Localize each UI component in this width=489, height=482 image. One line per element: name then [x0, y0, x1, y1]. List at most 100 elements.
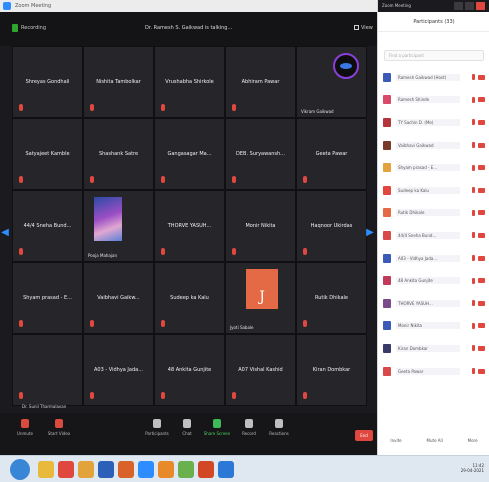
- word-icon[interactable]: [98, 461, 114, 478]
- participant-avatar: [383, 321, 391, 331]
- more-button[interactable]: More: [468, 438, 478, 443]
- participant-tile[interactable]: Geeta Pawar: [296, 118, 367, 190]
- participant-list-item[interactable]: Ramesh Shinde: [378, 89, 489, 112]
- participant-tile[interactable]: Satyajeet Kamble: [12, 118, 83, 190]
- powerpoint-icon[interactable]: [198, 461, 214, 478]
- participant-list-name: Geeta Pawar: [396, 367, 460, 375]
- record-button[interactable]: Record: [232, 419, 266, 436]
- invite-button[interactable]: Invite: [390, 438, 401, 443]
- participant-tile[interactable]: Abhiram Pawar: [225, 46, 296, 118]
- participants-button[interactable]: Participants: [140, 419, 174, 436]
- participant-list-item[interactable]: TY Sachin D. (Me): [378, 111, 489, 134]
- participant-tile[interactable]: Shashank Satre: [83, 118, 154, 190]
- zoom-icon[interactable]: [138, 461, 154, 478]
- participant-tile[interactable]: Nishita Tambolkar: [83, 46, 154, 118]
- participant-avatar: [383, 140, 391, 150]
- microphone-muted-icon: [472, 142, 475, 149]
- maximize-button[interactable]: [465, 2, 474, 10]
- meeting-controls-bar: End Unmute Start Video Participants Chat Sha…: [0, 413, 377, 455]
- participant-list-item[interactable]: Kiran Dombkar: [378, 337, 489, 360]
- participant-list-item[interactable]: Vaibhavi Gaikwad: [378, 134, 489, 157]
- participant-list-item[interactable]: Rutik Dhikale: [378, 202, 489, 225]
- participant-list-item[interactable]: 48 Ankita Gunjite: [378, 269, 489, 292]
- participant-list-name: 44/4 Sneha Bund...: [396, 231, 460, 239]
- participant-list-item[interactable]: Monir Nikita: [378, 315, 489, 338]
- participant-avatar: [383, 230, 391, 240]
- participant-tile[interactable]: Kiran Dombkar: [296, 334, 367, 406]
- next-page-arrow-icon[interactable]: ▶: [366, 222, 374, 242]
- participant-tile[interactable]: Rutik Dhikale: [296, 262, 367, 334]
- minimize-button[interactable]: [454, 2, 463, 10]
- participant-avatar: [383, 253, 391, 263]
- participant-list-item[interactable]: THORVE YASUH...: [378, 292, 489, 315]
- participant-list-name: Shyam prasad - E...: [396, 164, 460, 172]
- participant-avatar: [383, 298, 391, 308]
- vlc-icon[interactable]: [158, 461, 174, 478]
- microphone-muted-icon: [161, 176, 165, 183]
- chrome-icon[interactable]: [58, 461, 74, 478]
- participant-tile[interactable]: A07 Vishal Kashid: [225, 334, 296, 406]
- participant-tile[interactable]: THORVE YASUH...: [154, 190, 225, 262]
- participant-name: 48 Ankita Gunjite: [167, 367, 212, 374]
- control-label: Reactions: [269, 431, 289, 436]
- participant-tile[interactable]: Pooja Mahajan: [83, 190, 154, 262]
- participant-tile[interactable]: 44/4 Sneha Bund...: [12, 190, 83, 262]
- mute-all-button[interactable]: Mute All: [427, 438, 443, 443]
- unmute-button[interactable]: Unmute: [8, 419, 42, 436]
- participant-name: Kiran Dombkar: [312, 367, 351, 374]
- participant-tile[interactable]: DEB. Suryawansh...: [225, 118, 296, 190]
- system-tray-clock[interactable]: 11:42 29-04-2021: [448, 463, 484, 473]
- shield-icon[interactable]: [12, 24, 18, 32]
- participant-tile[interactable]: [12, 334, 83, 406]
- windows-start-button[interactable]: [10, 459, 30, 480]
- start-video-button[interactable]: Start Video: [42, 419, 76, 436]
- participant-photo: [94, 197, 122, 241]
- participant-tile[interactable]: Shyam prasad - E...: [12, 262, 83, 334]
- participant-tile[interactable]: Haqnoor Ukirdas: [296, 190, 367, 262]
- folder-icon[interactable]: [78, 461, 94, 478]
- participant-list-item[interactable]: Shyam prasad - E...: [378, 156, 489, 179]
- participant-tile[interactable]: 48 Ankita Gunjite: [154, 334, 225, 406]
- participant-list-name: Monir Nikita: [396, 322, 460, 330]
- participant-list-item[interactable]: Ramesh Gaikwad (Host): [378, 66, 489, 89]
- share-screen-button[interactable]: Share Screen: [200, 419, 234, 436]
- participant-tile[interactable]: Sudeep ka Kalu: [154, 262, 225, 334]
- participant-list-item[interactable]: 44/4 Sneha Bund...: [378, 224, 489, 247]
- participant-list-item[interactable]: A03 - Vidhya Jada...: [378, 247, 489, 270]
- participant-list-item[interactable]: Sudeep ka Kalu: [378, 179, 489, 202]
- end-meeting-button[interactable]: End: [355, 430, 373, 441]
- participant-tile[interactable]: Vikram Gaikwad: [296, 46, 367, 118]
- control-label: Chat: [182, 431, 192, 436]
- participant-avatar: [383, 208, 391, 218]
- participant-tile[interactable]: J Jyoti Sabale: [225, 262, 296, 334]
- outlook-icon[interactable]: [218, 461, 234, 478]
- participant-avatar: [383, 163, 391, 173]
- participant-name: Vaibhavi Gaikw...: [97, 295, 140, 302]
- participant-tile[interactable]: Vaibhavi Gaikw...: [83, 262, 154, 334]
- participant-name: Abhiram Pawar: [241, 79, 280, 86]
- camera-off-icon: [478, 210, 485, 216]
- microphone-muted-icon: [303, 392, 307, 399]
- participant-tile[interactable]: Monir Nikita: [225, 190, 296, 262]
- participant-tile[interactable]: Vrushabha Shirkole: [154, 46, 225, 118]
- previous-page-arrow-icon[interactable]: ◀: [1, 222, 9, 242]
- participant-name: Geeta Pawar: [315, 151, 348, 158]
- close-button[interactable]: [476, 2, 485, 10]
- file-explorer-icon[interactable]: [38, 461, 54, 478]
- chat-icon: [183, 419, 191, 428]
- window-titlebar: Zoom Meeting: [0, 0, 377, 12]
- participant-list-item[interactable]: Geeta Pawar: [378, 360, 489, 383]
- paint-icon[interactable]: [178, 461, 194, 478]
- participant-tile[interactable]: Gangasagar Ma...: [154, 118, 225, 190]
- microphone-muted-icon: [472, 187, 475, 194]
- view-button[interactable]: View: [354, 23, 374, 32]
- chat-button[interactable]: Chat: [170, 419, 204, 436]
- participant-tile[interactable]: Shreyas Gondhali: [12, 46, 83, 118]
- media-player-icon[interactable]: [118, 461, 134, 478]
- participant-tile[interactable]: A03 - Vidhya Jada...: [83, 334, 154, 406]
- gallery-grid: Shreyas Gondhali Nishita Tambolkar Vrushab…: [12, 46, 367, 406]
- meeting-info-bar: Recording Dr. Ramesh S. Gaikwad is talki…: [0, 12, 377, 46]
- participant-search-input[interactable]: Find a participant: [384, 50, 484, 61]
- panel-window-title: Zoom Meeting: [382, 3, 411, 8]
- reactions-button[interactable]: Reactions: [262, 419, 296, 436]
